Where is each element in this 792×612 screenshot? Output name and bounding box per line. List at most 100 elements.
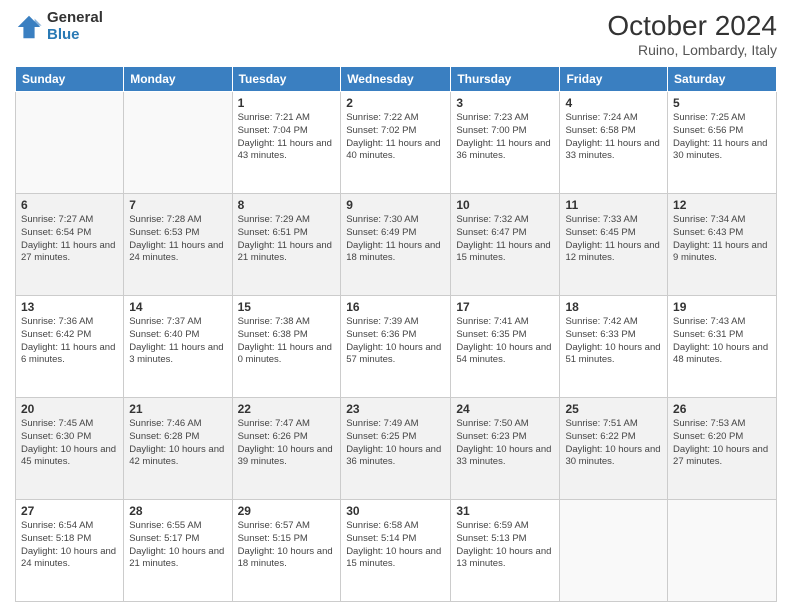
table-cell: 6 Sunrise: 7:27 AM Sunset: 6:54 PM Daylig… — [16, 194, 124, 296]
cell-info: Sunrise: 7:45 AM Sunset: 6:30 PM Dayligh… — [21, 418, 118, 469]
logo: General Blue — [15, 10, 103, 43]
cell-info: Sunrise: 7:28 AM Sunset: 6:53 PM Dayligh… — [129, 214, 226, 265]
table-cell: 1 Sunrise: 7:21 AM Sunset: 7:04 PM Daylig… — [232, 92, 341, 194]
logo-text: General Blue — [47, 10, 103, 43]
day-number: 5 — [673, 96, 771, 110]
day-number: 6 — [21, 198, 118, 212]
table-cell: 3 Sunrise: 7:23 AM Sunset: 7:00 PM Daylig… — [451, 92, 560, 194]
cell-info: Sunrise: 6:59 AM Sunset: 5:13 PM Dayligh… — [456, 520, 554, 571]
table-cell: 18 Sunrise: 7:42 AM Sunset: 6:33 PM Dayli… — [560, 296, 668, 398]
page: General Blue October 2024 Ruino, Lombard… — [0, 0, 792, 612]
table-cell: 27Sunrise: 6:54 AM Sunset: 5:18 PM Dayli… — [16, 500, 124, 602]
day-number: 16 — [346, 300, 445, 314]
day-number: 3 — [456, 96, 554, 110]
table-cell — [560, 500, 668, 602]
col-saturday: Saturday — [668, 67, 777, 92]
day-number: 30 — [346, 504, 445, 518]
header-row: Sunday Monday Tuesday Wednesday Thursday… — [16, 67, 777, 92]
cell-info: Sunrise: 6:58 AM Sunset: 5:14 PM Dayligh… — [346, 520, 445, 571]
cell-info: Sunrise: 7:42 AM Sunset: 6:33 PM Dayligh… — [565, 316, 662, 367]
day-number: 20 — [21, 402, 118, 416]
logo-general-text: General — [47, 10, 103, 27]
table-cell: 10 Sunrise: 7:32 AM Sunset: 6:47 PM Dayli… — [451, 194, 560, 296]
cell-info: Sunrise: 6:57 AM Sunset: 5:15 PM Dayligh… — [238, 520, 336, 571]
table-cell — [16, 92, 124, 194]
table-cell: 21 Sunrise: 7:46 AM Sunset: 6:28 PM Dayli… — [124, 398, 232, 500]
logo-blue-text: Blue — [47, 27, 103, 44]
cell-info: Sunrise: 7:22 AM Sunset: 7:02 PM Dayligh… — [346, 112, 445, 163]
table-cell: 2 Sunrise: 7:22 AM Sunset: 7:02 PM Daylig… — [341, 92, 451, 194]
table-cell: 30 Sunrise: 6:58 AM Sunset: 5:14 PM Dayli… — [341, 500, 451, 602]
table-cell: 14Sunrise: 7:37 AM Sunset: 6:40 PM Dayli… — [124, 296, 232, 398]
table-cell: 13 Sunrise: 7:36 AM Sunset: 6:42 PM Dayli… — [16, 296, 124, 398]
cell-info: Sunrise: 7:32 AM Sunset: 6:47 PM Dayligh… — [456, 214, 554, 265]
day-number: 1 — [238, 96, 336, 110]
table-cell: 22Sunrise: 7:47 AM Sunset: 6:26 PM Dayli… — [232, 398, 341, 500]
day-number: 18 — [565, 300, 662, 314]
day-number: 26 — [673, 402, 771, 416]
table-cell — [668, 500, 777, 602]
table-cell: 5 Sunrise: 7:25 AM Sunset: 6:56 PM Daylig… — [668, 92, 777, 194]
day-number: 13 — [21, 300, 118, 314]
table-cell: 4 Sunrise: 7:24 AM Sunset: 6:58 PM Daylig… — [560, 92, 668, 194]
cell-info: Sunrise: 7:23 AM Sunset: 7:00 PM Dayligh… — [456, 112, 554, 163]
table-cell: 16 Sunrise: 7:39 AM Sunset: 6:36 PM Dayli… — [341, 296, 451, 398]
day-number: 10 — [456, 198, 554, 212]
day-number: 14 — [129, 300, 226, 314]
week-row-1: 6 Sunrise: 7:27 AM Sunset: 6:54 PM Daylig… — [16, 194, 777, 296]
day-number: 24 — [456, 402, 554, 416]
cell-info: Sunrise: 7:49 AM Sunset: 6:25 PM Dayligh… — [346, 418, 445, 469]
day-number: 15 — [238, 300, 336, 314]
table-cell: 24 Sunrise: 7:50 AM Sunset: 6:23 PM Dayli… — [451, 398, 560, 500]
main-title: October 2024 — [607, 10, 777, 42]
cell-info: Sunrise: 7:43 AM Sunset: 6:31 PM Dayligh… — [673, 316, 771, 367]
day-number: 9 — [346, 198, 445, 212]
cell-info: Sunrise: 7:30 AM Sunset: 6:49 PM Dayligh… — [346, 214, 445, 265]
col-wednesday: Wednesday — [341, 67, 451, 92]
day-number: 21 — [129, 402, 226, 416]
day-number: 4 — [565, 96, 662, 110]
cell-info: Sunrise: 7:39 AM Sunset: 6:36 PM Dayligh… — [346, 316, 445, 367]
week-row-0: 1 Sunrise: 7:21 AM Sunset: 7:04 PM Daylig… — [16, 92, 777, 194]
cell-info: Sunrise: 7:29 AM Sunset: 6:51 PM Dayligh… — [238, 214, 336, 265]
day-number: 12 — [673, 198, 771, 212]
cell-info: Sunrise: 7:36 AM Sunset: 6:42 PM Dayligh… — [21, 316, 118, 367]
cell-info: Sunrise: 7:47 AM Sunset: 6:26 PM Dayligh… — [238, 418, 336, 469]
table-cell: 19Sunrise: 7:43 AM Sunset: 6:31 PM Dayli… — [668, 296, 777, 398]
day-number: 28 — [129, 504, 226, 518]
cell-info: Sunrise: 7:25 AM Sunset: 6:56 PM Dayligh… — [673, 112, 771, 163]
cell-info: Sunrise: 7:38 AM Sunset: 6:38 PM Dayligh… — [238, 316, 336, 367]
table-cell: 9 Sunrise: 7:30 AM Sunset: 6:49 PM Daylig… — [341, 194, 451, 296]
logo-icon — [15, 13, 43, 41]
cell-info: Sunrise: 7:50 AM Sunset: 6:23 PM Dayligh… — [456, 418, 554, 469]
subtitle: Ruino, Lombardy, Italy — [607, 42, 777, 58]
day-number: 7 — [129, 198, 226, 212]
week-row-2: 13 Sunrise: 7:36 AM Sunset: 6:42 PM Dayli… — [16, 296, 777, 398]
week-row-3: 20 Sunrise: 7:45 AM Sunset: 6:30 PM Dayli… — [16, 398, 777, 500]
table-cell: 26Sunrise: 7:53 AM Sunset: 6:20 PM Dayli… — [668, 398, 777, 500]
cell-info: Sunrise: 7:24 AM Sunset: 6:58 PM Dayligh… — [565, 112, 662, 163]
table-cell: 7 Sunrise: 7:28 AM Sunset: 6:53 PM Daylig… — [124, 194, 232, 296]
table-cell: 17 Sunrise: 7:41 AM Sunset: 6:35 PM Dayli… — [451, 296, 560, 398]
cell-info: Sunrise: 7:33 AM Sunset: 6:45 PM Dayligh… — [565, 214, 662, 265]
cell-info: Sunrise: 7:21 AM Sunset: 7:04 PM Dayligh… — [238, 112, 336, 163]
day-number: 23 — [346, 402, 445, 416]
cell-info: Sunrise: 7:27 AM Sunset: 6:54 PM Dayligh… — [21, 214, 118, 265]
col-thursday: Thursday — [451, 67, 560, 92]
cell-info: Sunrise: 7:41 AM Sunset: 6:35 PM Dayligh… — [456, 316, 554, 367]
day-number: 31 — [456, 504, 554, 518]
day-number: 2 — [346, 96, 445, 110]
day-number: 17 — [456, 300, 554, 314]
day-number: 25 — [565, 402, 662, 416]
table-cell: 23 Sunrise: 7:49 AM Sunset: 6:25 PM Dayli… — [341, 398, 451, 500]
table-cell: 11 Sunrise: 7:33 AM Sunset: 6:45 PM Dayli… — [560, 194, 668, 296]
calendar-table: Sunday Monday Tuesday Wednesday Thursday… — [15, 66, 777, 602]
table-cell: 31 Sunrise: 6:59 AM Sunset: 5:13 PM Dayli… — [451, 500, 560, 602]
cell-info: Sunrise: 7:46 AM Sunset: 6:28 PM Dayligh… — [129, 418, 226, 469]
day-number: 11 — [565, 198, 662, 212]
table-cell: 28Sunrise: 6:55 AM Sunset: 5:17 PM Dayli… — [124, 500, 232, 602]
table-cell: 25Sunrise: 7:51 AM Sunset: 6:22 PM Dayli… — [560, 398, 668, 500]
day-number: 27 — [21, 504, 118, 518]
day-number: 8 — [238, 198, 336, 212]
col-friday: Friday — [560, 67, 668, 92]
